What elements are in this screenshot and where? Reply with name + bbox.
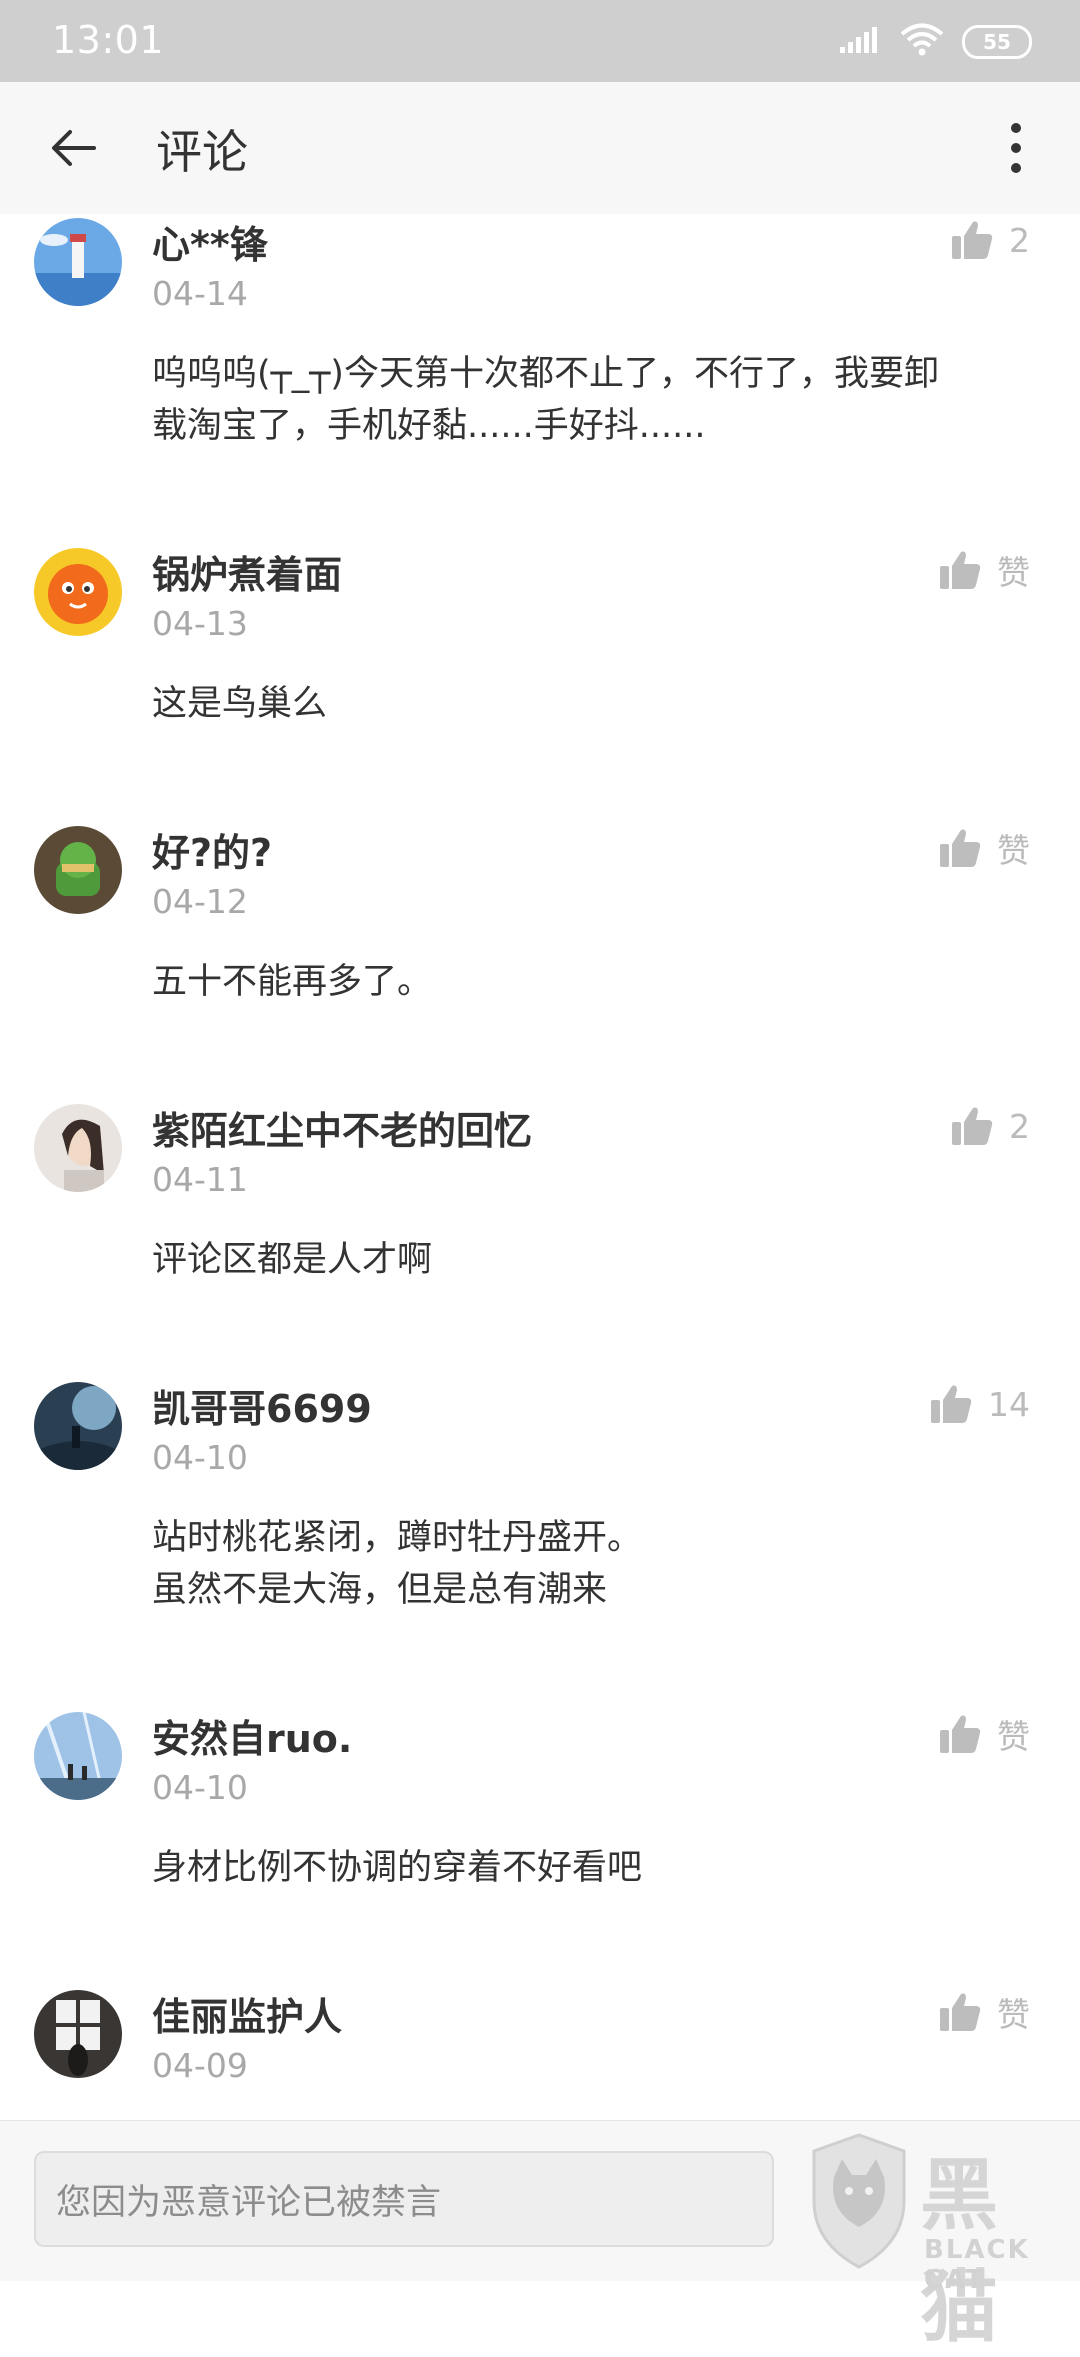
like-button[interactable]: 2 bbox=[951, 1102, 1030, 1150]
like-button[interactable]: 2 bbox=[951, 216, 1030, 264]
thumbs-up-icon bbox=[931, 1385, 972, 1423]
comment-text-line: 身材比例不协调的穿着不好看吧 bbox=[152, 1848, 643, 1888]
thumbs-up-icon bbox=[940, 1715, 981, 1753]
like-count: 赞 bbox=[997, 831, 1030, 870]
comment-author[interactable]: 紫陌红尘中不老的回忆 bbox=[152, 1100, 532, 1155]
like-button[interactable]: 赞 bbox=[939, 824, 1030, 872]
signal-icon bbox=[838, 25, 882, 59]
avatar[interactable] bbox=[34, 218, 122, 306]
comment-date: 04-09 bbox=[152, 2046, 248, 2085]
avatar[interactable] bbox=[34, 548, 122, 636]
comment-author[interactable]: 心**锋 bbox=[152, 214, 268, 269]
comment-author[interactable]: 凯哥哥6699 bbox=[152, 1378, 372, 1433]
back-button[interactable] bbox=[38, 112, 110, 184]
cat-logo-icon bbox=[812, 2133, 906, 2269]
like-count: 赞 bbox=[997, 1995, 1030, 2034]
comment-text: 呜呜呜(┬_┬)今天第十次都不止了，不行了，我要卸 载淘宝了，手机好黏.....… bbox=[152, 348, 1042, 452]
comment-text-line: 载淘宝了，手机好黏......手好抖...... bbox=[152, 406, 706, 446]
page-title: 评论 bbox=[156, 125, 248, 179]
comment-text-line: 评论区都是人才啊 bbox=[152, 1240, 433, 1280]
like-count: 2 bbox=[1009, 1106, 1030, 1146]
comment-date: 04-12 bbox=[152, 882, 248, 921]
thumbs-up-icon bbox=[940, 551, 981, 589]
avatar[interactable] bbox=[34, 826, 122, 914]
comment-text: 这是鸟巢么 bbox=[152, 678, 1042, 730]
comment-date: 04-14 bbox=[152, 274, 248, 313]
comment-text-line: 呜呜呜(┬_┬)今天第十次都不止了，不行了，我要卸 bbox=[152, 354, 939, 394]
like-button[interactable]: 赞 bbox=[939, 546, 1030, 594]
more-button[interactable] bbox=[992, 112, 1040, 184]
comment-date: 04-10 bbox=[152, 1768, 248, 1807]
comment-text-line: 五十不能再多了。 bbox=[152, 962, 433, 1002]
comment-text: 五十不能再多了。 bbox=[152, 956, 1042, 1008]
thumbs-up-icon bbox=[952, 221, 993, 259]
avatar[interactable] bbox=[34, 1712, 122, 1800]
comment-date: 04-13 bbox=[152, 604, 248, 643]
comment-input-bar: 您因为恶意评论已被禁言 黑猫 BLACK CAT bbox=[0, 2120, 1080, 2353]
comment-author[interactable]: 好?的? bbox=[152, 822, 272, 877]
status-icons: 55 bbox=[838, 22, 1032, 62]
comment-author[interactable]: 安然自ruo. bbox=[152, 1708, 352, 1763]
avatar[interactable] bbox=[34, 1382, 122, 1470]
comment-date: 04-11 bbox=[152, 1160, 248, 1199]
comment-input[interactable]: 您因为恶意评论已被禁言 bbox=[34, 2151, 774, 2247]
comment-author[interactable]: 佳丽监护人 bbox=[152, 1986, 342, 2041]
like-count: 2 bbox=[1009, 220, 1030, 260]
comment-text: 评论区都是人才啊 bbox=[152, 1234, 1042, 1286]
battery-icon: 55 bbox=[962, 25, 1032, 59]
app-bar: 评论 bbox=[0, 82, 1080, 214]
comment-text-line: 这是鸟巢么 bbox=[152, 684, 328, 724]
watermark: 黑猫 BLACK CAT bbox=[800, 2125, 1070, 2353]
wifi-icon bbox=[900, 23, 944, 61]
like-count: 14 bbox=[988, 1384, 1030, 1424]
comment-list: 心**锋 04-14 呜呜呜(┬_┬)今天第十次都不止了，不行了，我要卸 载淘宝… bbox=[0, 214, 1080, 2120]
avatar[interactable] bbox=[34, 1990, 122, 2078]
like-button[interactable]: 赞 bbox=[939, 1988, 1030, 2036]
comment-text-line: 虽然不是大海，但是总有潮来 bbox=[152, 1570, 608, 1610]
like-button[interactable]: 赞 bbox=[939, 1710, 1030, 1758]
more-vertical-icon bbox=[1011, 123, 1021, 173]
thumbs-up-icon bbox=[940, 1993, 981, 2031]
comment-date: 04-10 bbox=[152, 1438, 248, 1477]
comment-text-line: 站时桃花紧闭，蹲时牡丹盛开。 bbox=[152, 1518, 643, 1558]
status-bar: 13:01 55 bbox=[0, 0, 1080, 82]
comment-text: 站时桃花紧闭，蹲时牡丹盛开。 虽然不是大海，但是总有潮来 bbox=[152, 1512, 1042, 1616]
like-count: 赞 bbox=[997, 1717, 1030, 1756]
like-button[interactable]: 14 bbox=[930, 1380, 1030, 1428]
comment-text: 身材比例不协调的穿着不好看吧 bbox=[152, 1842, 1042, 1894]
watermark-subtext: BLACK CAT bbox=[924, 2235, 1030, 2295]
thumbs-up-icon bbox=[952, 1107, 993, 1145]
like-count: 赞 bbox=[997, 553, 1030, 592]
arrow-left-icon bbox=[52, 130, 96, 166]
comment-author[interactable]: 锅炉煮着面 bbox=[152, 544, 342, 599]
avatar[interactable] bbox=[34, 1104, 122, 1192]
status-time: 13:01 bbox=[52, 18, 165, 62]
thumbs-up-icon bbox=[940, 829, 981, 867]
